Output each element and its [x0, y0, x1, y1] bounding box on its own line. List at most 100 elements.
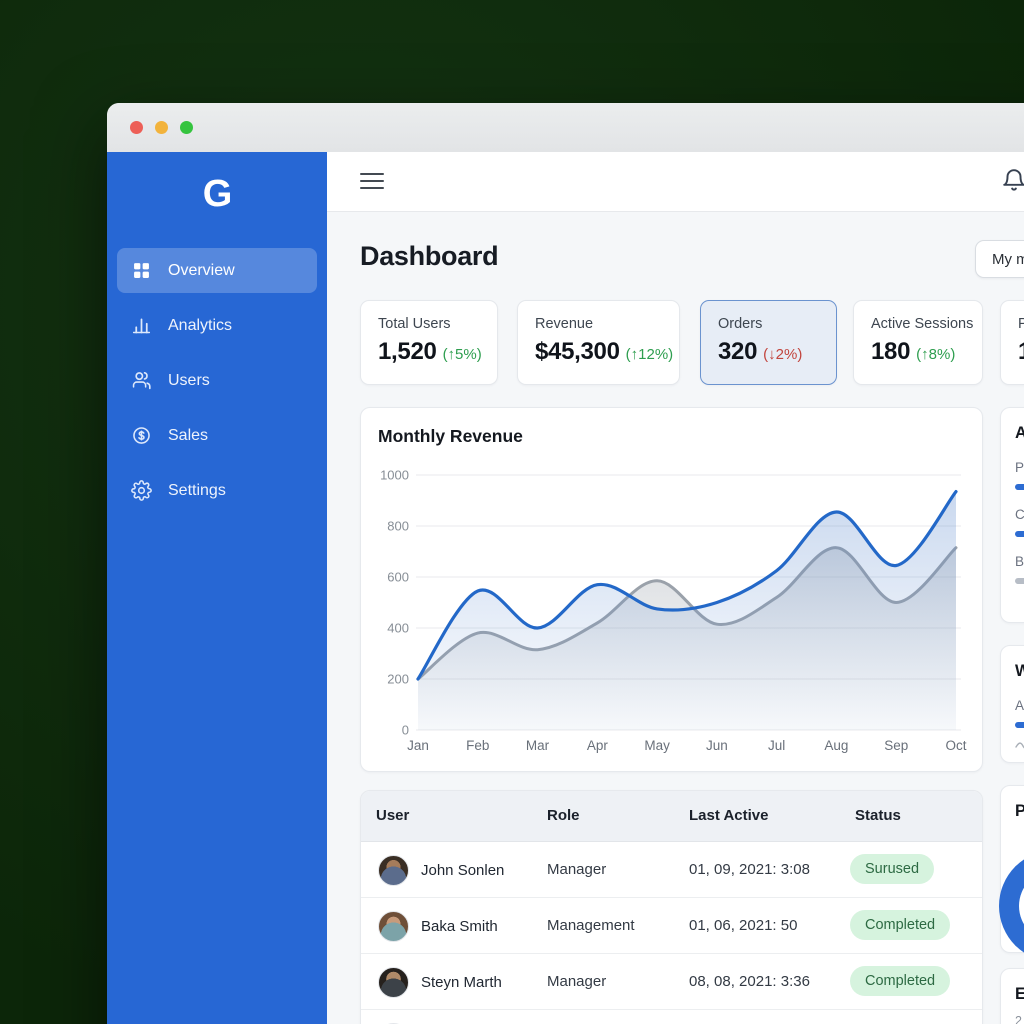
panel-item-label: C — [1015, 507, 1024, 522]
sidebar-item-label: Overview — [168, 262, 235, 280]
right-panel: WA — [1000, 645, 1024, 763]
bell-icon[interactable] — [1001, 168, 1024, 194]
panel-heading: E — [1015, 985, 1024, 1004]
user-name: Baka Smith — [421, 918, 498, 935]
stat-card-total-users[interactable]: Total Users 1,520 (↑5%) — [360, 300, 498, 385]
right-panel: E2 — [1000, 968, 1024, 1024]
sidebar-item-settings[interactable]: Settings — [117, 468, 317, 513]
bar-chart-icon — [131, 315, 152, 336]
signature-squiggle — [1015, 740, 1024, 750]
table-row[interactable]: Baka SmithManagement01, 06, 2021: 50Comp… — [361, 898, 982, 954]
user-avatar — [378, 855, 409, 886]
stat-card-revenue[interactable]: Revenue$45,300(↑12%) — [517, 300, 680, 385]
stat-delta: (↑12%) — [626, 346, 674, 363]
stat-delta: (↑8%) — [916, 346, 955, 363]
page-title: Dashboard — [360, 241, 498, 272]
svg-text:800: 800 — [387, 519, 409, 534]
column-header-role: Role — [547, 807, 580, 824]
stat-label: Total Users — [378, 316, 497, 332]
zoom-window-button[interactable] — [180, 121, 193, 134]
profile-menu-label: My mu — [992, 251, 1024, 268]
stat-card-orders[interactable]: Orders 320 (↓2%) — [700, 300, 837, 385]
table-row[interactable] — [361, 1010, 982, 1024]
progress-bar — [1015, 484, 1024, 490]
column-header-last-active: Last Active — [689, 807, 768, 824]
svg-text:Feb: Feb — [466, 738, 489, 753]
column-header-user: User — [376, 807, 409, 824]
sidebar-item-analytics[interactable]: Analytics — [117, 303, 317, 348]
sidebar-item-overview[interactable]: Overview — [117, 248, 317, 293]
panel-heading: P — [1015, 802, 1024, 821]
desktop-background: G Overview Analytics Users Sales Settings Da… — [0, 0, 1024, 1024]
status-badge: Surused — [850, 854, 934, 884]
table-header: User Role Last Active Status — [361, 791, 982, 842]
stat-delta: (↑5%) — [443, 346, 482, 363]
user-cell: Baka Smith — [378, 911, 498, 942]
stat-label: Orders — [718, 316, 836, 332]
panel-subtext: 2 — [1015, 1014, 1024, 1024]
right-panel: P — [1000, 785, 1024, 953]
table-row[interactable]: John Sonlen Manager 01, 09, 2021: 3:08 Suru… — [361, 842, 982, 898]
last-active-cell: 01, 09, 2021: 3:08 — [689, 861, 810, 878]
svg-text:Sep: Sep — [884, 738, 908, 753]
close-window-button[interactable] — [130, 121, 143, 134]
user-cell: John Sonlen — [378, 855, 504, 886]
app-window: G Overview Analytics Users Sales Settings Da… — [107, 103, 1024, 1024]
role-cell: Manager — [547, 973, 606, 990]
users-icon — [131, 370, 152, 391]
stat-card-pa[interactable]: Pa1 — [1000, 300, 1024, 385]
sidebar-item-label: Settings — [168, 482, 226, 500]
minimize-window-button[interactable] — [155, 121, 168, 134]
sidebar-item-sales[interactable]: Sales — [117, 413, 317, 458]
stat-label: Revenue — [535, 316, 679, 332]
panel-item-label: B — [1015, 554, 1024, 569]
svg-text:1000: 1000 — [380, 468, 409, 483]
content-area: Dashboard My mu Total Users 1,520 (↑5%) Rev… — [327, 211, 1024, 1024]
window-title-bar — [107, 103, 1024, 153]
stat-value: 320 — [718, 338, 757, 365]
users-table-card: User Role Last Active Status John Sonlen Man… — [360, 790, 983, 1024]
last-active-cell: 08, 08, 2021: 3:36 — [689, 973, 810, 990]
column-header-status: Status — [855, 807, 901, 824]
chart-title: Monthly Revenue — [378, 426, 523, 447]
user-avatar — [378, 967, 409, 998]
sidebar-item-users[interactable]: Users — [117, 358, 317, 403]
svg-text:Aug: Aug — [824, 738, 848, 753]
stat-card-active-sessions[interactable]: Active Sessions180(↑8%) — [853, 300, 983, 385]
progress-bar — [1015, 531, 1024, 537]
role-cell: Management — [547, 917, 635, 934]
progress-bar — [1015, 578, 1024, 584]
stat-label: Pa — [1018, 316, 1024, 332]
svg-text:Oct: Oct — [945, 738, 966, 753]
sidebar: G Overview Analytics Users Sales Settings — [107, 152, 327, 1024]
stat-delta: (↓2%) — [763, 346, 802, 363]
svg-text:400: 400 — [387, 621, 409, 636]
main-area: Dashboard My mu Total Users 1,520 (↑5%) Rev… — [327, 152, 1024, 1024]
status-badge: Completed — [850, 966, 950, 996]
top-header — [327, 152, 1024, 212]
last-active-cell: 01, 06, 2021: 50 — [689, 917, 797, 934]
panel-heading: W — [1015, 662, 1024, 681]
dollar-circle-icon — [131, 425, 152, 446]
stat-label: Active Sessions — [871, 316, 982, 332]
panel-item-label: A — [1015, 698, 1024, 713]
progress-bar — [1015, 722, 1024, 728]
grid-icon — [131, 260, 152, 281]
user-name: Steyn Marth — [421, 974, 502, 991]
svg-text:Mar: Mar — [526, 738, 550, 753]
sidebar-item-label: Analytics — [168, 317, 232, 335]
stat-value: 1,520 — [378, 338, 437, 365]
gear-icon — [131, 480, 152, 501]
svg-text:0: 0 — [402, 723, 409, 738]
table-row[interactable]: Steyn Marth Manager 08, 08, 2021: 3:36 Comp… — [361, 954, 982, 1010]
app-logo: G — [107, 168, 327, 220]
user-name: John Sonlen — [421, 862, 504, 879]
svg-text:Jan: Jan — [407, 738, 429, 753]
user-avatar — [378, 911, 409, 942]
table-body: John Sonlen Manager 01, 09, 2021: 3:08 Suru… — [361, 842, 982, 1024]
hamburger-icon[interactable] — [360, 173, 384, 190]
monthly-revenue-card: Monthly Revenue 10008006004002000JanFebM… — [360, 407, 983, 772]
role-cell: Manager — [547, 861, 606, 878]
profile-menu-button[interactable]: My mu — [975, 240, 1024, 278]
donut-chart — [999, 850, 1024, 962]
